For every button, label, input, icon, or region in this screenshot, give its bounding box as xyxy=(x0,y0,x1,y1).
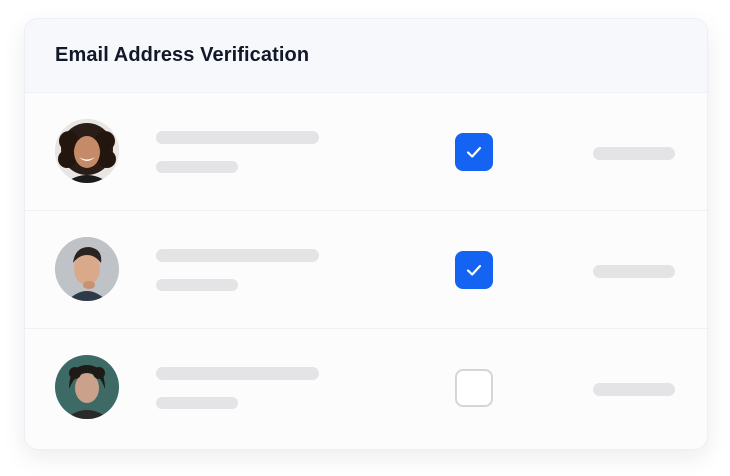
status-placeholder xyxy=(593,265,675,278)
verify-checkbox[interactable] xyxy=(455,251,493,289)
status-placeholder xyxy=(593,383,675,396)
email-placeholder xyxy=(156,397,238,409)
avatar xyxy=(55,355,119,419)
verify-checkbox[interactable] xyxy=(455,133,493,171)
avatar xyxy=(55,237,119,301)
user-row xyxy=(25,93,707,211)
verify-checkbox[interactable] xyxy=(455,369,493,407)
status-placeholder xyxy=(593,147,675,160)
card-title: Email Address Verification xyxy=(55,44,310,66)
name-placeholder xyxy=(156,367,319,380)
user-row xyxy=(25,329,707,447)
name-placeholder xyxy=(156,131,319,144)
email-placeholder xyxy=(156,279,238,291)
avatar xyxy=(55,119,119,183)
avatar-person-dark-hair-icon xyxy=(55,355,119,419)
name-placeholder xyxy=(156,249,319,262)
checkmark-icon xyxy=(466,146,482,158)
verification-card: Email Address Verification xyxy=(24,18,708,450)
email-placeholder xyxy=(156,161,238,173)
stage: Email Address Verification xyxy=(0,0,730,476)
avatar-woman-curly-hair-icon xyxy=(55,119,119,183)
user-row xyxy=(25,211,707,329)
checkmark-icon xyxy=(466,264,482,276)
card-header: Email Address Verification xyxy=(25,19,707,93)
avatar-man-dark-hair-icon xyxy=(55,237,119,301)
